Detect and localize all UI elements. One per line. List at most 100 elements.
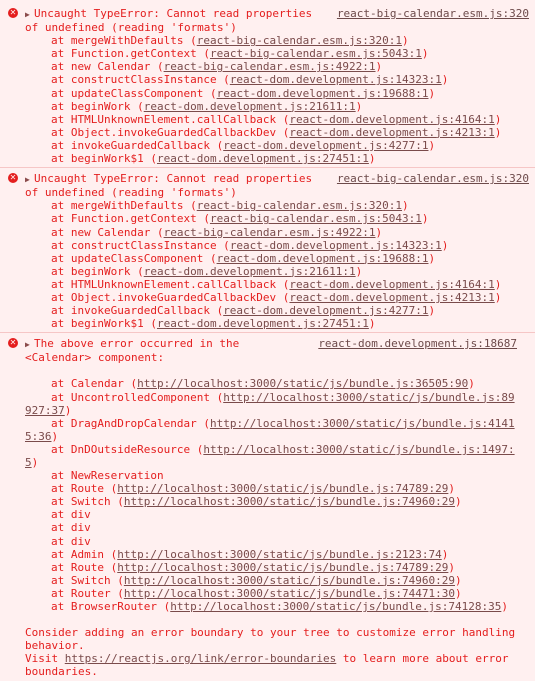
stack-frame-link[interactable]: react-dom.development.js:19688:1 — [217, 252, 429, 265]
stack-frame-link[interactable]: http://localhost:3000/static/js/bundle.j… — [223, 391, 514, 404]
stack-frame-function: at mergeWithDefaults ( — [51, 199, 197, 213]
stack-frame-function: at Object.invokeGuardedCallbackDev ( — [51, 125, 290, 139]
stack-frame: at HTMLUnknownElement.callCallback (reac… — [25, 113, 529, 126]
stack-frame-link[interactable]: react-big-calendar.esm.js:320:1 — [197, 199, 402, 212]
stack-frame: at constructClassInstance (react-dom.dev… — [25, 239, 529, 252]
stack-frame-link[interactable]: react-dom.development.js:21611:1 — [144, 100, 356, 113]
stack-frame: at div — [25, 535, 529, 548]
stack-frame-function: at Object.invokeGuardedCallbackDev ( — [51, 290, 290, 304]
stack-frame-function: at div — [51, 508, 91, 522]
stack-frame-link[interactable]: react-dom.development.js:21611:1 — [144, 265, 356, 278]
stack-frame-paren: ) — [31, 456, 39, 469]
stack-frame: at BrowserRouter (http://localhost:3000/… — [25, 600, 529, 613]
expand-triangle-icon[interactable]: ▶ — [25, 338, 34, 351]
stack-frame-link[interactable]: react-big-calendar.esm.js:5043:1 — [210, 47, 422, 60]
stack-frame: at Switch (http://localhost:3000/static/… — [25, 574, 529, 587]
stack-frame-link[interactable]: 5 — [25, 456, 32, 469]
stack-frame-link[interactable]: react-dom.development.js:4277:1 — [223, 139, 428, 152]
stack-frame-link[interactable]: http://localhost:3000/static/js/bundle.j… — [203, 443, 514, 456]
stack-frame-link[interactable]: 927:37 — [25, 404, 65, 417]
error-message-text: of undefined (reading 'formats') — [25, 21, 237, 35]
stack-frame-link[interactable]: http://localhost:3000/static/js/bundle.j… — [137, 377, 468, 390]
stack-frame-function: at Function.getContext ( — [51, 212, 210, 226]
stack-frame: at DnDOutsideResource (http://localhost:… — [25, 443, 529, 456]
stack-frame: at Object.invokeGuardedCallbackDev (reac… — [25, 291, 529, 304]
stack-frame: at mergeWithDefaults (react-big-calendar… — [25, 34, 529, 47]
stack-frame-paren: ) — [375, 60, 383, 74]
stack-frame: at div — [25, 521, 529, 534]
stack-frame-link[interactable]: http://localhost:3000/static/js/bundle.j… — [124, 587, 455, 600]
stack-frame: at div — [25, 508, 529, 521]
stack-frame-link[interactable]: react-dom.development.js:4164:1 — [289, 113, 494, 126]
stack-frame-link[interactable]: react-dom.development.js:4277:1 — [223, 304, 428, 317]
stack-frame: at DragAndDropCalendar (http://localhost… — [25, 417, 529, 430]
error-message-text: The above error occurred in the — [34, 337, 240, 351]
stack-frame-link[interactable]: 5:36 — [25, 430, 52, 443]
stack-frame: at new Calendar (react-big-calendar.esm.… — [25, 226, 529, 239]
console-error-message[interactable]: ✕ ▶ Uncaught TypeError: Cannot read prope… — [0, 0, 535, 169]
stack-frame-paren: ) — [64, 403, 72, 417]
stack-frame-paren: ) — [421, 47, 429, 61]
stack-frame-paren: ) — [448, 560, 455, 574]
source-link[interactable]: react-dom.development.js:18687 — [318, 337, 517, 350]
stack-frame-paren: ) — [428, 138, 436, 152]
stack-frame-link[interactable]: react-big-calendar.esm.js:4922:1 — [164, 60, 376, 73]
stack-frame-function: at Route ( — [51, 560, 118, 574]
stack-frame-link[interactable]: react-big-calendar.esm.js:4922:1 — [164, 226, 376, 239]
stack-frame-link[interactable]: react-dom.development.js:27451:1 — [157, 152, 369, 165]
stack-frame: at invokeGuardedCallback (react-dom.deve… — [25, 139, 529, 152]
stack-frame: at Route (http://localhost:3000/static/j… — [25, 482, 529, 495]
stack-frame-wrap: 927:37) — [25, 404, 529, 417]
stack-frame: at beginWork$1 (react-dom.development.js… — [25, 152, 529, 165]
error-boundaries-link[interactable]: https://reactjs.org/link/error-boundarie… — [65, 652, 337, 665]
stack-frame-function: at constructClassInstance ( — [51, 73, 230, 87]
stack-frame: at Router (http://localhost:3000/static/… — [25, 587, 529, 600]
stack-frame-function: at new Calendar ( — [51, 225, 164, 239]
stack-frame-function: at invokeGuardedCallback ( — [51, 138, 224, 152]
stack-frame-link[interactable]: http://localhost:3000/static/js/bundle.j… — [170, 600, 501, 613]
stack-frame-wrap: 5) — [25, 456, 529, 469]
stack-frame-link[interactable]: react-big-calendar.esm.js:5043:1 — [210, 212, 422, 225]
stack-frame-link[interactable]: react-dom.development.js:27451:1 — [157, 317, 369, 330]
console-error-message[interactable]: ✕ ▶ The above error occurred in the react… — [0, 333, 535, 680]
stack-frame-function: at Route ( — [51, 482, 118, 496]
stack-frame-link[interactable]: react-dom.development.js:4164:1 — [289, 278, 494, 291]
console-error-message[interactable]: ✕ ▶ Uncaught TypeError: Cannot read prope… — [0, 168, 535, 334]
stack-frame: at mergeWithDefaults (react-big-calendar… — [25, 199, 529, 212]
stack-frame-paren: ) — [441, 238, 449, 252]
stack-frame-link[interactable]: react-big-calendar.esm.js:320:1 — [197, 34, 402, 47]
stack-frame: at NewReservation — [25, 469, 529, 482]
stack-frame-link[interactable]: http://localhost:3000/static/js/bundle.j… — [117, 548, 442, 561]
expand-triangle-icon[interactable]: ▶ — [25, 8, 34, 21]
stack-frame-wrap: 5:36) — [25, 430, 529, 443]
stack-frame-link[interactable]: http://localhost:3000/static/js/bundle.j… — [117, 482, 448, 495]
stack-frame-link[interactable]: react-dom.development.js:4213:1 — [289, 291, 494, 304]
error-message-text: Uncaught TypeError: Cannot read properti… — [34, 172, 313, 186]
stack-frame: at beginWork (react-dom.development.js:2… — [25, 265, 529, 278]
stack-frame-function: at mergeWithDefaults ( — [51, 34, 197, 48]
stack-frame-link[interactable]: http://localhost:3000/static/js/bundle.j… — [124, 495, 455, 508]
stack-frame-link[interactable]: http://localhost:3000/static/js/bundle.j… — [117, 561, 448, 574]
expand-triangle-icon[interactable]: ▶ — [25, 173, 34, 186]
stack-frame-function: at DnDOutsideResource ( — [51, 442, 204, 456]
stack-frame-link[interactable]: react-dom.development.js:14323:1 — [230, 73, 442, 86]
stack-frame-function: at updateClassComponent ( — [51, 86, 217, 100]
stack-frame-link[interactable]: react-dom.development.js:19688:1 — [217, 87, 429, 100]
stack-frame-link[interactable]: http://localhost:3000/static/js/bundle.j… — [210, 417, 515, 430]
stack-frame-paren: ) — [402, 34, 409, 48]
error-circle-icon: ✕ — [8, 8, 18, 18]
component-stack: at Calendar (http://localhost:3000/stati… — [25, 377, 529, 613]
stack-frame-link[interactable]: react-dom.development.js:4213:1 — [289, 126, 494, 139]
stack-frame-paren: ) — [421, 212, 429, 226]
stack-frame-function: at invokeGuardedCallback ( — [51, 304, 224, 318]
stack-frame-paren: ) — [375, 225, 383, 239]
stack-frame-function: at updateClassComponent ( — [51, 251, 217, 265]
stack-frame-link[interactable]: react-dom.development.js:14323:1 — [230, 239, 442, 252]
stack-frame-link[interactable]: http://localhost:3000/static/js/bundle.j… — [124, 574, 455, 587]
error-circle-icon: ✕ — [8, 338, 18, 349]
stack-frame: at Admin (http://localhost:3000/static/j… — [25, 548, 529, 561]
source-link[interactable]: react-big-calendar.esm.js:320 — [337, 7, 529, 20]
stack-frame-paren: ) — [494, 290, 502, 304]
source-link[interactable]: react-big-calendar.esm.js:320 — [337, 172, 529, 185]
stack-frame-paren: ) — [494, 125, 502, 139]
